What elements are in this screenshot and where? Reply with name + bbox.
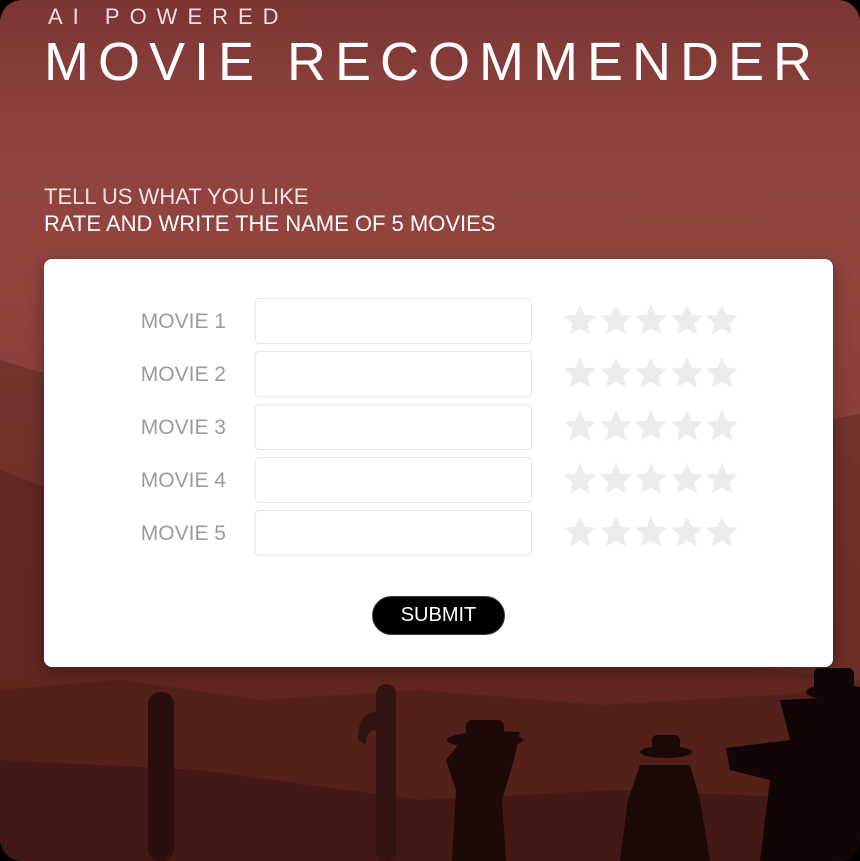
star-rating [562, 461, 740, 497]
star-icon[interactable] [633, 408, 669, 444]
star-icon[interactable] [669, 302, 705, 338]
movie-row: MOVIE 1 [44, 298, 833, 344]
intro-subtitle: TELL US WHAT YOU LIKE [44, 184, 309, 209]
star-icon[interactable] [562, 461, 598, 497]
star-icon[interactable] [633, 514, 669, 550]
star-icon[interactable] [669, 514, 705, 550]
movie-label: MOVIE 1 [140, 310, 226, 333]
rating-form-card: MOVIE 1 MOVIE 2 MOVIE 3 MOVIE 4 MOVIE 5 … [44, 259, 833, 667]
star-icon[interactable] [669, 355, 705, 391]
intro-instructions: RATE AND WRITE THE NAME OF 5 MOVIES [44, 211, 496, 236]
star-rating [562, 355, 740, 391]
movie-row: MOVIE 3 [44, 404, 833, 450]
star-rating [562, 302, 740, 338]
movie-name-input[interactable] [255, 510, 532, 556]
star-icon[interactable] [562, 355, 598, 391]
star-icon[interactable] [669, 461, 705, 497]
movie-name-input[interactable] [255, 298, 532, 344]
movie-label: MOVIE 2 [140, 363, 226, 386]
star-icon[interactable] [598, 355, 634, 391]
star-rating [562, 408, 740, 444]
star-icon[interactable] [633, 302, 669, 338]
star-icon[interactable] [704, 461, 740, 497]
star-icon[interactable] [704, 514, 740, 550]
movie-row: MOVIE 2 [44, 351, 833, 397]
movie-row: MOVIE 5 [44, 510, 833, 556]
movie-label: MOVIE 4 [140, 469, 226, 492]
movie-label: MOVIE 3 [140, 416, 226, 439]
submit-button[interactable]: SUBMIT [372, 596, 505, 635]
star-icon[interactable] [704, 302, 740, 338]
star-icon[interactable] [562, 408, 598, 444]
star-icon[interactable] [704, 355, 740, 391]
movie-name-input[interactable] [255, 457, 532, 503]
movie-label: MOVIE 5 [140, 522, 226, 545]
star-icon[interactable] [598, 408, 634, 444]
star-icon[interactable] [704, 408, 740, 444]
star-icon[interactable] [562, 302, 598, 338]
movie-name-input[interactable] [255, 404, 532, 450]
movie-name-input[interactable] [255, 351, 532, 397]
star-icon[interactable] [598, 302, 634, 338]
star-rating [562, 514, 740, 550]
app-window: AI POWERED MOVIE RECOMMENDER TELL US WHA… [0, 0, 860, 861]
star-icon[interactable] [562, 514, 598, 550]
star-icon[interactable] [598, 514, 634, 550]
star-icon[interactable] [633, 461, 669, 497]
page-title: MOVIE RECOMMENDER [44, 32, 822, 92]
eyebrow-tagline: AI POWERED [48, 4, 289, 29]
movie-row: MOVIE 4 [44, 457, 833, 503]
star-icon[interactable] [598, 461, 634, 497]
star-icon[interactable] [669, 408, 705, 444]
star-icon[interactable] [633, 355, 669, 391]
